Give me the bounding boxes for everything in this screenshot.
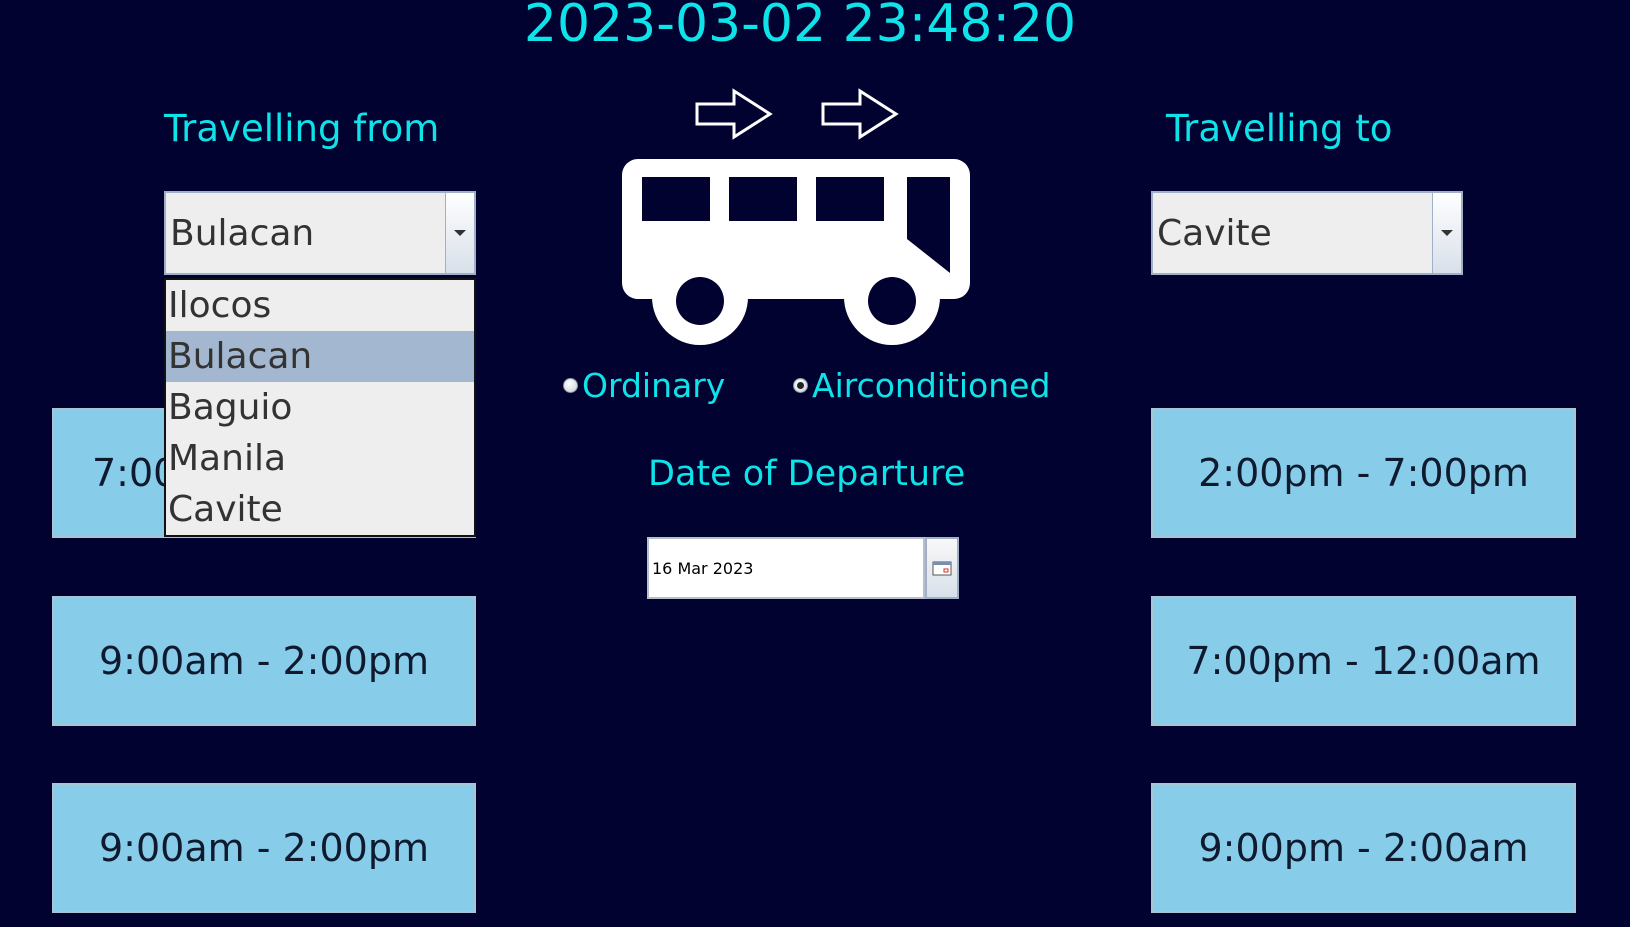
chevron-down-icon xyxy=(454,230,466,236)
right-time-slot-2[interactable]: 7:00pm - 12:00am xyxy=(1151,596,1576,726)
radio-ordinary[interactable]: Ordinary xyxy=(563,366,725,405)
left-time-slot-2-label: 9:00am - 2:00pm xyxy=(99,639,429,683)
left-time-slot-3-label: 9:00am - 2:00pm xyxy=(99,826,429,870)
origin-option-cavite[interactable]: Cavite xyxy=(166,484,474,535)
destination-heading: Travelling to xyxy=(1166,107,1393,150)
origin-dropdown-list: Ilocos Bulacan Baguio Manila Cavite xyxy=(164,278,476,537)
destination-select[interactable]: Cavite xyxy=(1151,191,1463,275)
origin-option-bulacan[interactable]: Bulacan xyxy=(166,331,474,382)
destination-selected-value: Cavite xyxy=(1157,212,1272,254)
left-time-slot-2[interactable]: 9:00am - 2:00pm xyxy=(52,596,476,726)
clock-display: 2023-03-02 23:48:20 xyxy=(523,0,1077,54)
right-time-slot-2-label: 7:00pm - 12:00am xyxy=(1186,639,1541,683)
right-time-slot-3-label: 9:00pm - 2:00am xyxy=(1198,826,1529,870)
left-time-slot-3[interactable]: 9:00am - 2:00pm xyxy=(52,783,476,913)
right-time-slot-1[interactable]: 2:00pm - 7:00pm xyxy=(1151,408,1576,538)
right-arrow-icon xyxy=(821,88,899,140)
bus-icon xyxy=(622,159,970,345)
origin-heading: Travelling from xyxy=(164,107,440,150)
calendar-icon xyxy=(932,561,952,576)
radio-airconditioned-label: Airconditioned xyxy=(812,366,1051,405)
origin-option-ilocos[interactable]: Ilocos xyxy=(166,280,474,331)
origin-option-manila[interactable]: Manila xyxy=(166,433,474,484)
origin-select[interactable]: Bulacan xyxy=(164,191,476,275)
departure-heading: Date of Departure xyxy=(648,454,966,494)
origin-dropdown-button[interactable] xyxy=(445,193,474,273)
radio-airconditioned-indicator[interactable] xyxy=(793,378,808,393)
calendar-button[interactable] xyxy=(925,537,959,599)
departure-date-value: 16 Mar 2023 xyxy=(652,558,754,578)
origin-selected-value: Bulacan xyxy=(170,212,315,254)
right-arrow-icon xyxy=(695,88,773,140)
origin-option-baguio[interactable]: Baguio xyxy=(166,382,474,433)
destination-dropdown-button[interactable] xyxy=(1432,193,1461,273)
radio-airconditioned[interactable]: Airconditioned xyxy=(793,366,1050,405)
chevron-down-icon xyxy=(1441,230,1453,236)
right-time-slot-1-label: 2:00pm - 7:00pm xyxy=(1198,451,1529,495)
departure-date-input[interactable]: 16 Mar 2023 xyxy=(647,537,925,599)
radio-ordinary-indicator[interactable] xyxy=(563,378,578,393)
right-time-slot-3[interactable]: 9:00pm - 2:00am xyxy=(1151,783,1576,913)
radio-ordinary-label: Ordinary xyxy=(582,366,726,405)
